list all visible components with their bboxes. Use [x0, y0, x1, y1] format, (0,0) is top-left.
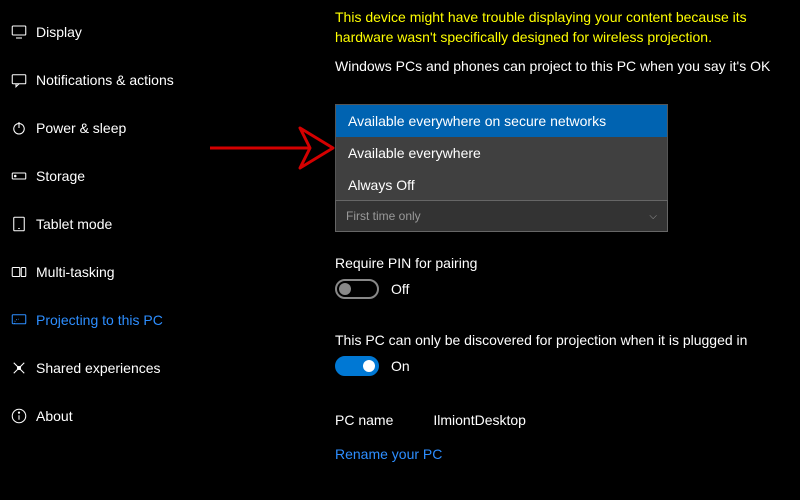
sidebar-item-label: Multi-tasking [36, 264, 115, 280]
tablet-icon [10, 215, 36, 233]
pc-name-value: IlmiontDesktop [433, 412, 526, 428]
pc-name-section: PC name IlmiontDesktop Rename your PC [335, 412, 526, 462]
pin-toggle[interactable] [335, 279, 379, 299]
sidebar-item-projecting[interactable]: Projecting to this PC [0, 296, 275, 344]
discover-label: This PC can only be discovered for proje… [335, 332, 780, 348]
sidebar-item-storage[interactable]: Storage [0, 152, 275, 200]
info-icon [10, 407, 36, 425]
project-permission-label: Windows PCs and phones can project to th… [335, 57, 780, 77]
sidebar-item-about[interactable]: About [0, 392, 275, 440]
share-icon [10, 359, 36, 377]
pin-section: Require PIN for pairing Off [335, 255, 477, 299]
pin-label: Require PIN for pairing [335, 255, 477, 271]
sidebar-item-shared[interactable]: Shared experiences [0, 344, 275, 392]
dropdown-option-secure[interactable]: Available everywhere on secure networks [336, 105, 667, 137]
sidebar: Display Notifications & actions Power & … [0, 0, 275, 500]
storage-icon [10, 167, 36, 185]
dropdown-option-off[interactable]: Always Off [336, 169, 667, 201]
chat-icon [10, 71, 36, 89]
sidebar-item-tablet[interactable]: Tablet mode [0, 200, 275, 248]
sidebar-item-label: Power & sleep [36, 120, 126, 136]
sidebar-item-display[interactable]: Display [0, 8, 275, 56]
sidebar-item-label: Storage [36, 168, 85, 184]
projecting-icon [10, 311, 36, 329]
dropdown-option-everywhere[interactable]: Available everywhere [336, 137, 667, 169]
sidebar-item-label: Tablet mode [36, 216, 112, 232]
discover-toggle[interactable] [335, 356, 379, 376]
sidebar-item-label: Notifications & actions [36, 72, 174, 88]
sidebar-item-notifications[interactable]: Notifications & actions [0, 56, 275, 104]
pc-name-label: PC name [335, 412, 393, 428]
sidebar-item-label: Shared experiences [36, 360, 161, 376]
discover-section: This PC can only be discovered for proje… [335, 332, 780, 376]
main-panel: This device might have trouble displayin… [275, 0, 800, 500]
hardware-warning: This device might have trouble displayin… [335, 8, 780, 47]
sidebar-item-power[interactable]: Power & sleep [0, 104, 275, 152]
multitasking-icon [10, 263, 36, 281]
project-permission-dropdown[interactable]: Available everywhere on secure networks … [335, 104, 668, 202]
ask-to-project-select[interactable]: First time only ⌵ [335, 200, 668, 232]
sidebar-item-multitasking[interactable]: Multi-tasking [0, 248, 275, 296]
rename-pc-link[interactable]: Rename your PC [335, 446, 526, 462]
settings-window: Display Notifications & actions Power & … [0, 0, 800, 500]
ask-to-project-value: First time only [346, 209, 421, 223]
pin-toggle-state: Off [391, 281, 409, 297]
sidebar-item-label: About [36, 408, 73, 424]
sidebar-item-label: Projecting to this PC [36, 312, 163, 328]
display-icon [10, 23, 36, 41]
power-icon [10, 119, 36, 137]
chevron-down-icon: ⌵ [649, 211, 657, 222]
sidebar-item-label: Display [36, 24, 82, 40]
discover-toggle-state: On [391, 358, 410, 374]
